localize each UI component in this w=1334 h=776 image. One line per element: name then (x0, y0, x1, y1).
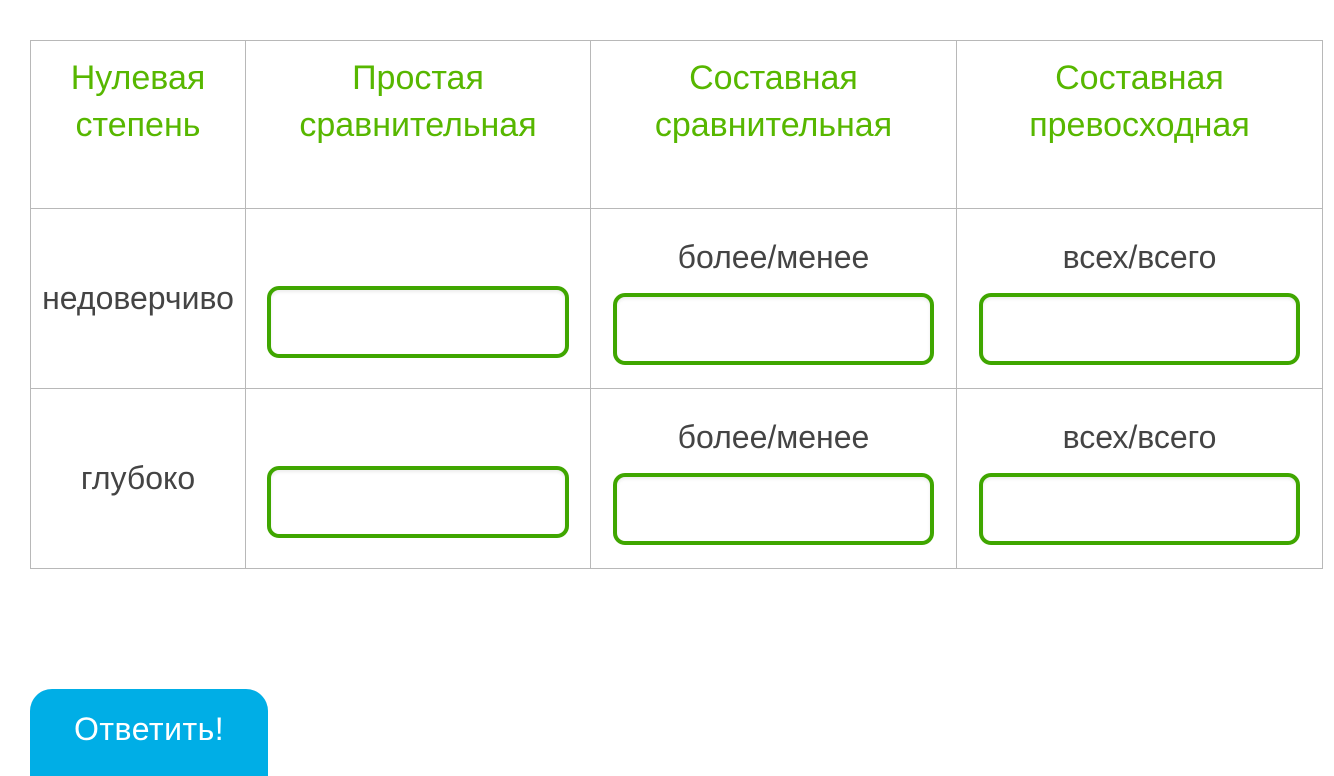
header-compound-comp: Составная сравнительная (591, 41, 957, 209)
submit-button[interactable]: Ответить! (30, 689, 268, 776)
input-row1-compound-super[interactable] (979, 473, 1300, 545)
hint-compound-comp: более/менее (599, 240, 948, 275)
degrees-table: Нулевая степень Простая сравнительная Со… (30, 40, 1323, 569)
row-zero-label: глубоко (31, 389, 246, 569)
header-zero: Нулевая степень (31, 41, 246, 209)
header-simple-comp: Простая сравнительная (246, 41, 591, 209)
input-row0-simple-comp[interactable] (267, 286, 569, 358)
header-compound-super: Составная превосходная (957, 41, 1323, 209)
input-row0-compound-super[interactable] (979, 293, 1300, 365)
hint-compound-super: всех/всего (965, 420, 1314, 455)
hint-compound-comp: более/менее (599, 420, 948, 455)
input-row1-compound-comp[interactable] (613, 473, 934, 545)
hint-compound-super: всех/всего (965, 240, 1314, 275)
table-row: недоверчиво более/менее всех/всего (31, 209, 1323, 389)
input-row0-compound-comp[interactable] (613, 293, 934, 365)
table-row: глубоко более/менее всех/всего (31, 389, 1323, 569)
row-zero-label: недоверчиво (31, 209, 246, 389)
input-row1-simple-comp[interactable] (267, 466, 569, 538)
